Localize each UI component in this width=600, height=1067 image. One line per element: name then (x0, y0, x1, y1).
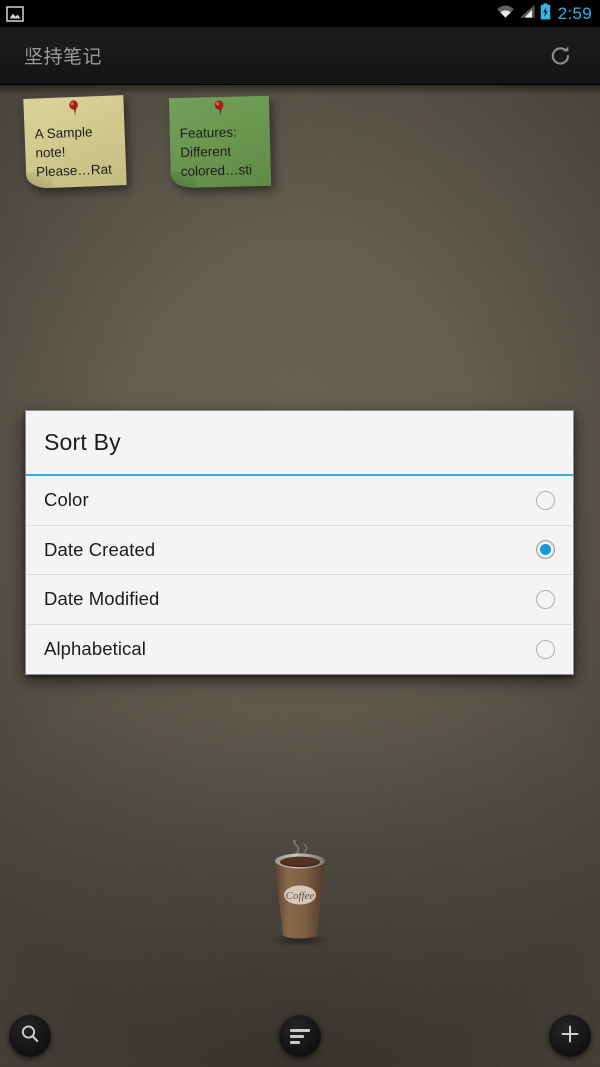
plus-icon (559, 1023, 581, 1050)
svg-text:Coffee: Coffee (286, 890, 315, 902)
sort-fab[interactable] (279, 1015, 321, 1057)
sort-option-date-modified[interactable]: Date Modified (26, 575, 573, 625)
radio-button[interactable] (536, 490, 555, 510)
sort-option-label: Alphabetical (44, 638, 146, 660)
sort-option-label: Date Modified (44, 588, 160, 610)
sort-option-label: Date Created (44, 538, 156, 560)
radio-button[interactable] (536, 589, 555, 609)
note-line: Different (180, 143, 232, 160)
app-title: 坚持笔记 (24, 47, 103, 68)
dialog-title: Sort By (44, 429, 121, 455)
sort-option-date-created[interactable]: Date Created (26, 525, 573, 575)
coffee-cup-illustration: Coffee (262, 837, 338, 947)
app-screen: Coffee A Sample note! Please…Rat Feature… (0, 0, 600, 1067)
dialog-title-bar: Sort By (26, 411, 573, 476)
radio-button-selected[interactable] (536, 540, 555, 560)
search-icon (19, 1023, 41, 1050)
sort-lines-icon (290, 1028, 310, 1044)
sort-by-dialog: Sort By Color Date Created Date Modified… (25, 410, 574, 675)
add-note-fab[interactable] (549, 1015, 591, 1057)
sort-option-color[interactable]: Color (26, 476, 573, 526)
note-line: colored…sti (180, 162, 253, 179)
sort-option-alphabetical[interactable]: Alphabetical (26, 624, 573, 674)
sticky-note[interactable]: A Sample note! Please…Rat (23, 95, 127, 189)
action-bar: 坚持笔记 (0, 27, 600, 85)
radio-button[interactable] (536, 639, 555, 659)
sort-option-label: Color (44, 489, 89, 511)
status-bar-clock: 2:59 (557, 4, 592, 23)
wifi-icon (496, 4, 515, 24)
note-line: Features: (179, 124, 237, 141)
screenshot-image-icon (0, 5, 24, 23)
cellular-signal-icon (519, 4, 536, 24)
note-line: Please…Rat (35, 161, 113, 180)
status-bar: 2:59 (0, 0, 600, 27)
refresh-icon[interactable] (540, 35, 582, 77)
sticky-note[interactable]: Features: Different colored…sti (168, 95, 272, 189)
battery-charging-icon (540, 2, 551, 25)
search-fab[interactable] (9, 1015, 51, 1057)
